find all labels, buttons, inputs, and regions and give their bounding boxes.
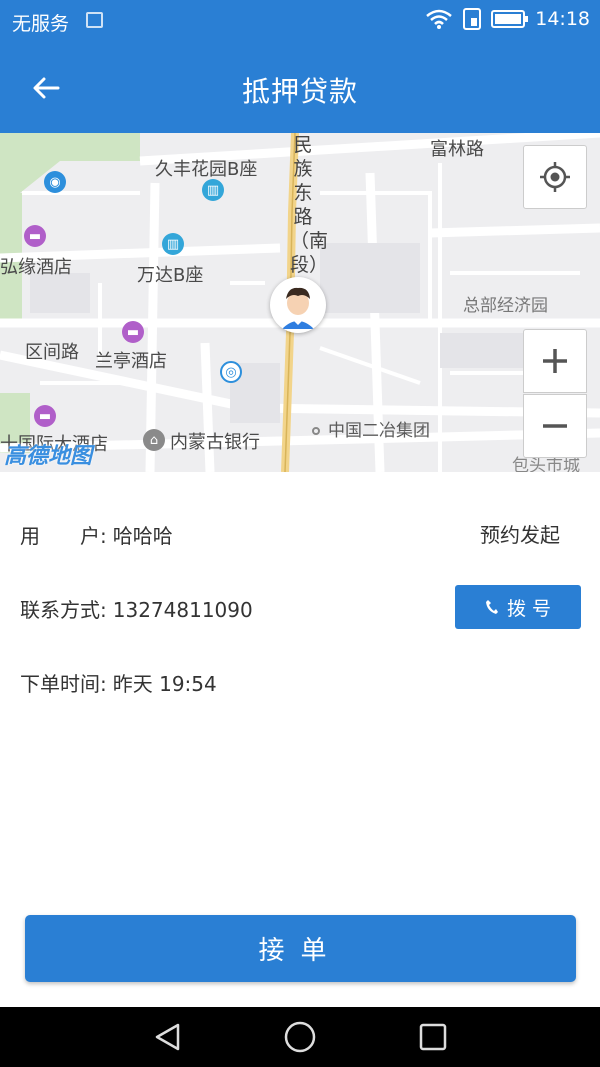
- poi-hotel-icon: ▬: [24, 225, 46, 247]
- zoom-in-button[interactable]: [523, 329, 587, 393]
- carrier-text: 无服务: [12, 13, 70, 35]
- order-time-row: 下单时间: 昨天 19:54: [20, 668, 217, 697]
- order-time-value: 昨天 19:54: [112, 672, 217, 696]
- poi-hotel-icon: ▬: [122, 321, 144, 343]
- triangle-back-icon: [155, 1023, 180, 1051]
- poi-bank-icon: ⌂: [143, 429, 165, 451]
- map-label-zongbu: 总部经济园: [463, 296, 548, 316]
- nav-back-button[interactable]: [150, 1019, 186, 1055]
- road-label-vertical: 民族东路（南段）: [290, 134, 329, 276]
- nav-recents-button[interactable]: [415, 1019, 451, 1055]
- person-avatar-icon: [271, 278, 325, 332]
- app-bar: 抵押贷款: [0, 42, 600, 133]
- map-label-wanda: 万达B座: [137, 265, 204, 286]
- map-view[interactable]: 民族东路（南段） 富林路 ◉ 久丰花园B座 ▥ ▬ 弘缘酒店 ▥ 万达B座 总部…: [0, 133, 600, 472]
- order-status: 预约发起: [480, 523, 560, 547]
- crosshair-icon: [540, 162, 570, 192]
- amap-logo: 高德地图: [4, 444, 93, 469]
- dial-button[interactable]: 拨 号: [455, 585, 581, 629]
- contact-row: 联系方式: 13274811090: [20, 594, 253, 623]
- contact-value: 13274811090: [112, 598, 253, 622]
- map-label-hongyuan: 弘缘酒店: [0, 257, 72, 278]
- poi-building-icon: ▥: [162, 233, 184, 255]
- order-time-label: 下单时间:: [20, 672, 107, 696]
- nav-home-button[interactable]: [282, 1019, 318, 1055]
- image-notification-icon: [86, 12, 103, 28]
- poi-hotel-icon: ▬: [34, 405, 56, 427]
- user-row: 用 户: 哈哈哈: [20, 520, 173, 549]
- poi-bank-logo-icon: ◎: [220, 361, 242, 383]
- plus-icon: [543, 349, 567, 373]
- user-label: 用 户:: [20, 524, 107, 548]
- poi-china-mobile-icon: ◉: [44, 171, 66, 193]
- zoom-out-button[interactable]: [523, 394, 587, 458]
- map-label-jiufeng: 久丰花园B座: [155, 159, 258, 180]
- poi-building-icon: ▥: [202, 179, 224, 201]
- dial-label: 拨 号: [506, 597, 552, 620]
- square-recents-icon: [419, 1023, 447, 1051]
- map-dot-icon: [312, 427, 320, 435]
- circle-home-icon: [284, 1021, 316, 1053]
- locate-button[interactable]: [523, 145, 587, 209]
- map-label-lanting: 兰亭酒店: [95, 351, 167, 372]
- user-avatar-marker[interactable]: [270, 277, 326, 333]
- map-label-fulin-road: 富林路: [430, 139, 484, 160]
- page-title: 抵押贷款: [241, 75, 358, 108]
- map-label-zhongguo-erye: 中国二冶集团: [312, 416, 430, 441]
- minus-icon: [543, 424, 567, 428]
- battery-icon: [491, 10, 529, 28]
- accept-order-button[interactable]: 接单: [25, 915, 576, 982]
- status-bar: 无服务 14:18: [0, 0, 600, 42]
- map-label-neimenggu-bank: 内蒙古银行: [170, 432, 260, 453]
- system-nav-bar: [0, 1007, 600, 1067]
- phone-icon: [485, 600, 498, 614]
- order-info-panel: 用 户: 哈哈哈 预约发起 联系方式: 13274811090 拨 号 下单时间: 昨…: [0, 472, 600, 1007]
- map-label-zhongguo-erye-text: 中国二冶集团: [328, 421, 430, 441]
- user-value: 哈哈哈: [112, 524, 173, 548]
- sim-icon: [463, 8, 482, 30]
- clock: 14:18: [535, 8, 590, 30]
- contact-label: 联系方式:: [20, 598, 107, 622]
- wifi-icon: [426, 9, 453, 29]
- map-label-qujian: 区间路: [25, 342, 79, 363]
